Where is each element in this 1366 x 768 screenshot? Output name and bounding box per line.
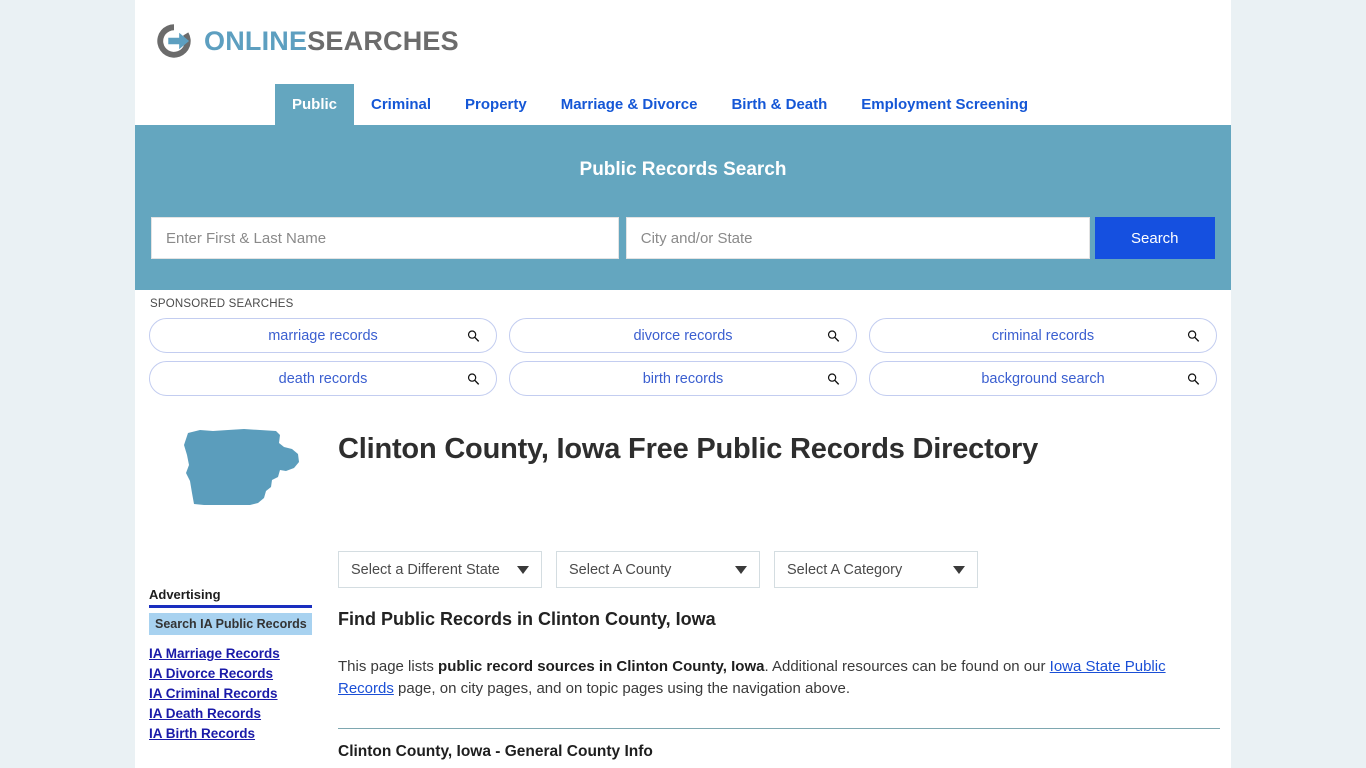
sponsored-pill-divorce-records[interactable]: divorce records bbox=[509, 318, 857, 353]
tab-criminal-label: Criminal bbox=[371, 96, 432, 113]
intro-paragraph: This page lists public record sources in… bbox=[338, 656, 1220, 700]
general-county-info-title: Clinton County, Iowa - General County In… bbox=[338, 743, 653, 761]
sponsored-pill-label: marriage records bbox=[268, 327, 378, 344]
filter-selects: Select a Different State Select A County… bbox=[338, 551, 978, 588]
main-body: Find Public Records in Clinton County, I… bbox=[338, 609, 1220, 761]
sponsored-pill-criminal-records[interactable]: criminal records bbox=[869, 318, 1217, 353]
tab-public[interactable]: Public bbox=[275, 84, 355, 125]
search-icon bbox=[467, 329, 480, 342]
advertising-divider bbox=[149, 605, 312, 608]
chevron-down-icon bbox=[735, 565, 747, 574]
category-select[interactable]: Select A Category bbox=[774, 551, 978, 588]
page-title: Clinton County, Iowa Free Public Records… bbox=[338, 433, 1039, 466]
logo-wordmark: ONLINESEARCHES bbox=[204, 25, 459, 56]
tab-property[interactable]: Property bbox=[448, 84, 544, 125]
category-select-value: Select A Category bbox=[787, 561, 903, 578]
site-logo[interactable]: ONLINESEARCHES bbox=[153, 19, 459, 63]
sponsored-row-1: marriage records divorce records crimina… bbox=[149, 318, 1217, 353]
primary-nav: Public Criminal Property Marriage & Divo… bbox=[135, 84, 1231, 125]
paragraph-part-3: page, on city pages, and on topic pages … bbox=[393, 680, 851, 698]
content-column: ONLINESEARCHES Public Criminal Property … bbox=[135, 0, 1231, 768]
tab-birth-death[interactable]: Birth & Death bbox=[714, 84, 844, 125]
sidebar-link-ia-birth-records[interactable]: IA Birth Records bbox=[149, 726, 312, 741]
county-select-value: Select A County bbox=[569, 561, 672, 578]
sidebar-link-ia-divorce-records[interactable]: IA Divorce Records bbox=[149, 666, 312, 681]
state-select-value: Select a Different State bbox=[351, 561, 500, 578]
search-icon bbox=[1187, 329, 1200, 342]
sponsored-pill-label: divorce records bbox=[633, 327, 733, 344]
chevron-down-icon bbox=[953, 565, 965, 574]
sponsored-searches-label: SPONSORED SEARCHES bbox=[150, 298, 294, 310]
nav-tab-list: Public Criminal Property Marriage & Divo… bbox=[275, 84, 1045, 125]
advertising-heading: Advertising bbox=[149, 587, 221, 602]
logo-text-online: ONLINE bbox=[204, 25, 308, 56]
chevron-down-icon bbox=[517, 565, 529, 574]
sponsored-pill-label: background search bbox=[981, 370, 1105, 387]
tab-property-label: Property bbox=[465, 96, 527, 113]
main-area: Clinton County, Iowa Free Public Records… bbox=[135, 404, 1231, 760]
advertising-sidebar: Advertising Search IA Public Records IA … bbox=[149, 587, 312, 741]
search-form: Search bbox=[151, 217, 1215, 259]
sponsored-searches: SPONSORED SEARCHES marriage records divo… bbox=[135, 290, 1231, 396]
section-title: Find Public Records in Clinton County, I… bbox=[338, 609, 716, 629]
tab-employment-screening-label: Employment Screening bbox=[861, 96, 1029, 113]
logo-text-searches: SEARCHES bbox=[307, 25, 459, 56]
tab-birth-death-label: Birth & Death bbox=[731, 96, 828, 113]
sponsored-row-2: death records birth records background s… bbox=[149, 361, 1217, 396]
banner-title: Public Records Search bbox=[579, 159, 787, 180]
page-root: ONLINESEARCHES Public Criminal Property … bbox=[0, 0, 1366, 768]
search-icon bbox=[827, 329, 840, 342]
sponsored-pill-birth-records[interactable]: birth records bbox=[509, 361, 857, 396]
tab-marriage-divorce[interactable]: Marriage & Divorce bbox=[544, 84, 715, 125]
section-divider bbox=[338, 728, 1220, 730]
county-select[interactable]: Select A County bbox=[556, 551, 760, 588]
sidebar-link-ia-death-records[interactable]: IA Death Records bbox=[149, 706, 312, 721]
sidebar-link-ia-marriage-records[interactable]: IA Marriage Records bbox=[149, 646, 312, 661]
sponsored-pill-marriage-records[interactable]: marriage records bbox=[149, 318, 497, 353]
sponsored-pill-label: death records bbox=[278, 370, 368, 387]
tab-marriage-divorce-label: Marriage & Divorce bbox=[560, 96, 698, 113]
sponsored-pill-label: criminal records bbox=[991, 327, 1095, 344]
tab-employment-screening[interactable]: Employment Screening bbox=[844, 84, 1045, 125]
paragraph-bold-1: public record sources in Clinton County,… bbox=[438, 658, 765, 675]
sponsored-pill-label: birth records bbox=[642, 370, 724, 387]
tab-public-label: Public bbox=[292, 96, 338, 113]
site-header: ONLINESEARCHES bbox=[135, 0, 1231, 84]
tab-criminal[interactable]: Criminal bbox=[354, 84, 448, 125]
paragraph-part-2: . Additional resources can be found on o… bbox=[764, 658, 1050, 675]
sponsored-pill-background-search[interactable]: background search bbox=[869, 361, 1217, 396]
circular-arrow-logo-icon bbox=[157, 24, 191, 58]
name-search-input[interactable] bbox=[151, 217, 619, 259]
advertising-link-list: IA Marriage Records IA Divorce Records I… bbox=[149, 646, 312, 741]
sidebar-link-ia-criminal-records[interactable]: IA Criminal Records bbox=[149, 686, 312, 701]
search-icon bbox=[1187, 372, 1200, 385]
location-search-input[interactable] bbox=[625, 217, 1090, 259]
search-icon bbox=[827, 372, 840, 385]
state-select[interactable]: Select a Different State bbox=[338, 551, 542, 588]
search-button[interactable]: Search bbox=[1094, 217, 1215, 259]
paragraph-part-1: This page lists bbox=[338, 658, 439, 675]
search-banner: Public Records Search Search bbox=[135, 125, 1231, 290]
iowa-state-outline-icon bbox=[184, 429, 299, 505]
search-ia-public-records-box[interactable]: Search IA Public Records bbox=[149, 613, 312, 635]
sponsored-pill-death-records[interactable]: death records bbox=[149, 361, 497, 396]
search-icon bbox=[467, 372, 480, 385]
